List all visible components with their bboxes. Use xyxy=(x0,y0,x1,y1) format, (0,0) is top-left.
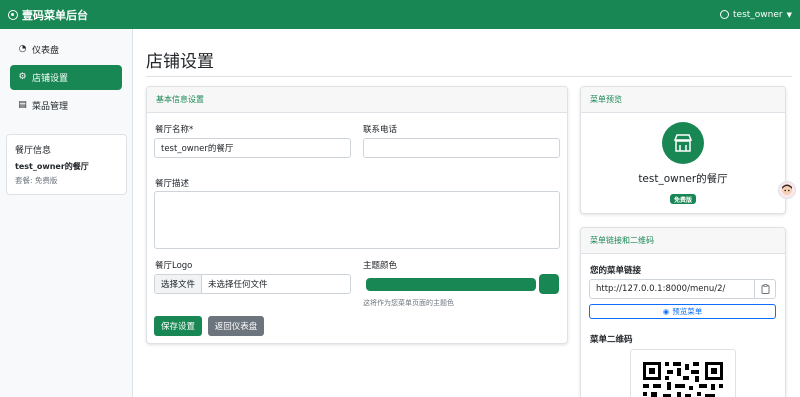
brand-title: 壹码菜单后台 xyxy=(22,8,88,22)
user-menu[interactable]: test_owner ▼ xyxy=(720,10,792,20)
menu-url-text: http://127.0.0.1:8000/menu/2/ xyxy=(596,284,726,294)
page-title: 店铺设置 xyxy=(146,52,214,72)
eye-icon: ◉ xyxy=(662,307,670,316)
assistant-face-icon xyxy=(782,184,792,195)
divider xyxy=(146,76,792,77)
sidebar-item-shop-settings[interactable]: ⚙ 店铺设置 xyxy=(10,65,122,90)
preview-menu-label: 预览菜单 xyxy=(672,307,703,316)
card-header: 菜单链接和二维码 xyxy=(581,228,785,254)
logo-file-input[interactable]: 选择文件 未选择任何文件 xyxy=(154,274,351,294)
top-navbar: 壹码菜单后台 test_owner ▼ xyxy=(0,0,800,29)
copy-button[interactable] xyxy=(754,280,775,298)
caret-down-icon: ▼ xyxy=(786,10,792,19)
logo-label: 餐厅Logo xyxy=(155,261,193,271)
store-icon xyxy=(662,122,704,164)
menu-url-input[interactable]: http://127.0.0.1:8000/menu/2/ xyxy=(589,279,776,299)
qr-code-image xyxy=(643,362,723,397)
sidebar-item-dashboard[interactable]: ◔ 仪表盘 xyxy=(10,37,122,62)
sidebar-item-dishes[interactable]: ▤ 菜品管理 xyxy=(10,93,122,118)
choose-file-button[interactable]: 选择文件 xyxy=(155,275,203,293)
qr-title: 菜单二维码 xyxy=(590,335,633,345)
plan-badge: 免费版 xyxy=(670,194,696,204)
user-icon xyxy=(720,10,730,19)
name-input[interactable]: test_owner的餐厅 xyxy=(154,138,351,158)
gear-icon: ⚙ xyxy=(18,72,27,82)
save-button[interactable]: 保存设置 xyxy=(154,316,202,336)
desc-label: 餐厅描述 xyxy=(155,179,190,189)
sidebar-item-label: 仪表盘 xyxy=(32,46,60,56)
color-help-text: 这将作为您菜单页面的主题色 xyxy=(363,299,454,307)
color-label: 主题颜色 xyxy=(363,261,398,271)
file-status-text: 未选择任何文件 xyxy=(208,280,268,290)
sidebar-item-label: 菜品管理 xyxy=(32,102,69,112)
floating-assistant-avatar[interactable] xyxy=(778,181,796,199)
info-plan: 套餐: 免费版 xyxy=(15,176,58,185)
sidebar-item-label: 店铺设置 xyxy=(32,74,69,84)
info-title: 餐厅信息 xyxy=(15,146,52,156)
name-label: 餐厅名称* xyxy=(155,125,194,135)
dashboard-icon: ◔ xyxy=(18,44,27,54)
back-to-dashboard-button[interactable]: 返回仪表盘 xyxy=(208,316,264,336)
brand[interactable]: 壹码菜单后台 xyxy=(8,7,88,23)
preview-shop-name: test_owner的餐厅 xyxy=(638,173,728,185)
clipboard-icon xyxy=(761,284,769,294)
brand-icon xyxy=(8,9,18,20)
restaurant-info-card: 餐厅信息 test_owner的餐厅 套餐: 免费版 xyxy=(6,134,127,195)
user-name: test_owner xyxy=(733,9,783,20)
info-name: test_owner的餐厅 xyxy=(15,162,89,171)
phone-input[interactable] xyxy=(363,138,560,158)
phone-label: 联系电话 xyxy=(363,125,398,135)
preview-menu-button[interactable]: ◉ 预览菜单 xyxy=(589,304,776,319)
color-swatch[interactable] xyxy=(539,274,559,294)
sidebar: ◔ 仪表盘 ⚙ 店铺设置 ▤ 菜品管理 餐厅信息 test_owner的餐厅 套… xyxy=(0,29,133,397)
card-header: 基本信息设置 xyxy=(147,87,567,113)
dishes-icon: ▤ xyxy=(18,100,27,110)
qr-container xyxy=(630,349,736,397)
menu-link-title: 您的菜单链接 xyxy=(590,266,642,276)
desc-textarea[interactable] xyxy=(154,191,560,249)
color-input[interactable] xyxy=(366,278,536,291)
card-header: 菜单预览 xyxy=(581,87,785,113)
store-glyph-icon xyxy=(673,134,693,152)
